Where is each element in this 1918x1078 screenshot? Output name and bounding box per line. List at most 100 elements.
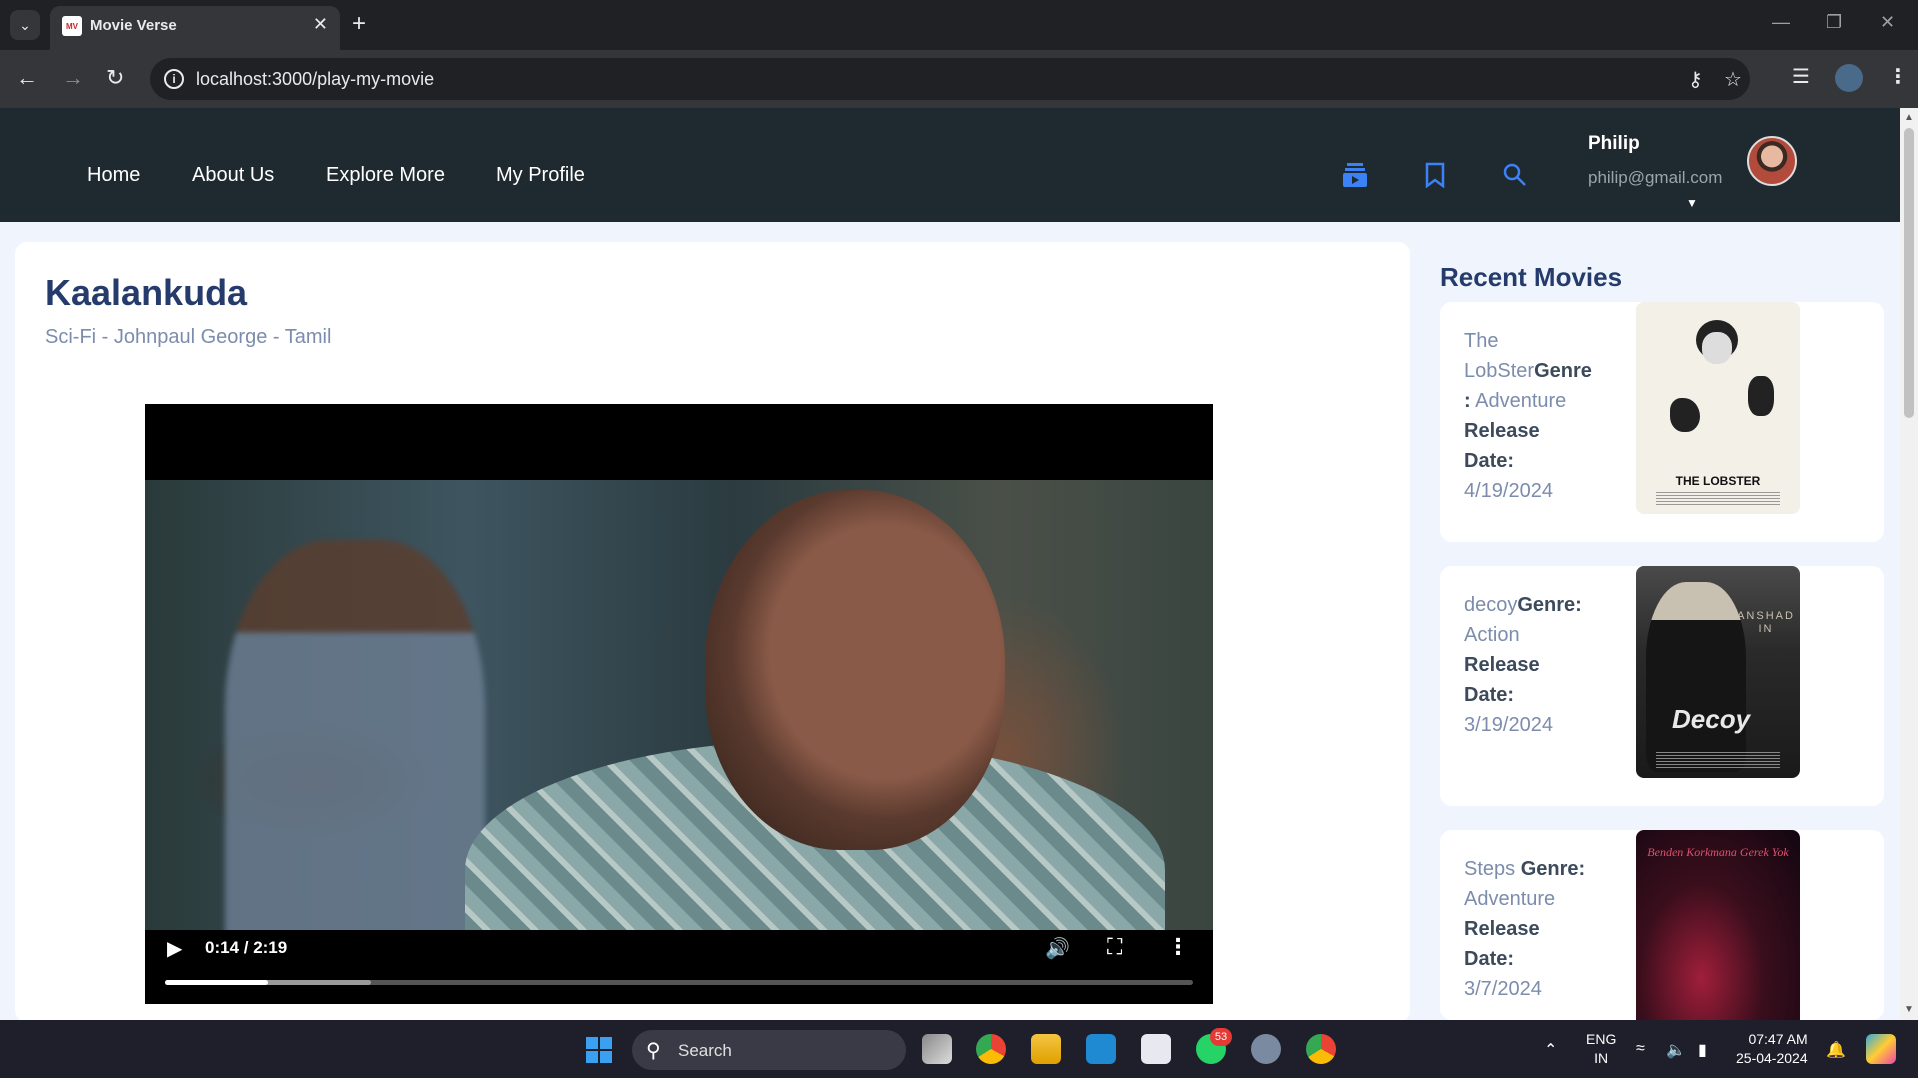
password-key-icon[interactable]: ⚷ (1688, 67, 1703, 92)
user-email: philip@gmail.com (1588, 168, 1723, 187)
movie-poster[interactable]: Benden Korkmana Gerek Yok (1636, 830, 1800, 1020)
release-label: Release Date: (1464, 654, 1540, 706)
reload-icon[interactable]: ↻ (106, 64, 124, 92)
more-options-icon[interactable]: ⋮ (1167, 934, 1189, 960)
copilot-icon[interactable] (1866, 1034, 1896, 1064)
movie-genre: Adventure (1475, 390, 1567, 412)
nav-about-us[interactable]: About Us (192, 164, 274, 187)
movie-genre: Action (1464, 624, 1520, 646)
video-frame[interactable] (145, 480, 1213, 930)
poster-title: Benden Korkmana Gerek Yok (1647, 845, 1789, 859)
movie-name: Steps (1464, 858, 1521, 880)
user-avatar[interactable] (1747, 136, 1797, 186)
video-scene-figure-main (465, 480, 1165, 930)
battery-icon[interactable]: ▮ (1698, 1040, 1707, 1060)
video-controls: ▶ 0:14 / 2:19 🔊 ⛶ ⋮ (145, 930, 1213, 1004)
bookmark-star-icon[interactable]: ☆ (1724, 67, 1742, 92)
file-explorer-icon[interactable] (1031, 1034, 1061, 1064)
taskbar-search[interactable]: ⚲ Search (632, 1030, 906, 1070)
volume-icon[interactable]: 🔊 (1045, 936, 1070, 961)
page-scrollbar[interactable]: ▲ ▼ (1900, 108, 1918, 1020)
release-label: Release Date: (1464, 420, 1540, 472)
recent-movie-info: decoyGenre: Action Release Date: 3/19/20… (1464, 590, 1594, 740)
release-date: 3/7/2024 (1464, 978, 1542, 1000)
release-label: Release Date: (1464, 918, 1540, 970)
fullscreen-icon[interactable]: ⛶ (1107, 934, 1122, 960)
scroll-thumb[interactable] (1904, 128, 1914, 418)
playlist-icon[interactable] (1342, 162, 1368, 195)
wifi-icon[interactable]: ≈ (1636, 1040, 1645, 1058)
new-tab-icon[interactable]: + (352, 10, 366, 38)
poster-credit: ANSHAD IN (1737, 610, 1795, 635)
movie-poster[interactable]: THE LOBSTER (1636, 302, 1800, 514)
snipping-tool-icon[interactable] (1141, 1034, 1171, 1064)
movie-title: Kaalankuda (45, 272, 248, 313)
media-control-icon[interactable]: ☰ (1792, 64, 1810, 89)
windows-taskbar: ⚲ Search 53 ⌃ ENG IN ≈ 🔈 ▮ 07:47 AM 25-0… (0, 1020, 1918, 1078)
release-date: 3/19/2024 (1464, 714, 1553, 736)
recent-movies-title: Recent Movies (1440, 262, 1623, 292)
browser-menu-icon[interactable]: ⋮ (1888, 64, 1908, 89)
video-player[interactable]: ▶ 0:14 / 2:19 🔊 ⛶ ⋮ (145, 404, 1213, 1004)
bookmark-icon[interactable] (1424, 162, 1446, 195)
tab-search-button[interactable]: ⌄ (10, 10, 40, 40)
recent-movie-card[interactable]: decoyGenre: Action Release Date: 3/19/20… (1440, 566, 1884, 806)
notification-bell-icon[interactable]: 🔔 (1826, 1040, 1846, 1060)
browser-toolbar: ← → ↻ i localhost:3000/play-my-movie ⚷ ☆… (0, 50, 1918, 108)
movie-genre: Adventure (1464, 888, 1556, 910)
nav-home[interactable]: Home (87, 164, 140, 187)
profile-avatar[interactable] (1835, 64, 1863, 92)
clock-date: 25-04-2024 (1736, 1050, 1808, 1066)
minimize-icon[interactable]: — (1772, 12, 1790, 33)
restore-icon[interactable]: ❐ (1826, 12, 1842, 33)
site-info-icon[interactable]: i (164, 69, 184, 89)
back-icon[interactable]: ← (16, 64, 38, 92)
site-header: Home About Us Explore More My Profile Ph… (0, 108, 1900, 222)
recent-movie-card[interactable]: Steps Genre: Adventure Release Date: 3/7… (1440, 830, 1884, 1020)
scroll-up-icon[interactable]: ▲ (1904, 112, 1914, 123)
address-bar[interactable]: i localhost:3000/play-my-movie ⚷ ☆ (150, 58, 1750, 100)
recent-movie-info: The LobSterGenre: Adventure Release Date… (1464, 326, 1594, 506)
chrome-profile-icon[interactable] (1306, 1034, 1336, 1064)
video-progress-bar[interactable] (165, 980, 1193, 985)
nav-explore-more[interactable]: Explore More (326, 164, 445, 187)
chrome-icon[interactable] (976, 1034, 1006, 1064)
play-icon[interactable]: ▶ (167, 936, 182, 961)
task-view-icon[interactable] (922, 1034, 952, 1064)
url-text[interactable]: localhost:3000/play-my-movie (196, 69, 434, 90)
forward-icon[interactable]: → (62, 64, 84, 92)
video-scene-figure-left (225, 540, 485, 930)
vscode-icon[interactable] (1086, 1034, 1116, 1064)
close-tab-icon[interactable]: ✕ (313, 14, 328, 35)
recent-movie-info: Steps Genre: Adventure Release Date: 3/7… (1464, 854, 1594, 1004)
search-icon[interactable] (1502, 162, 1528, 195)
windows-start-icon[interactable] (586, 1037, 612, 1063)
window-close-icon[interactable]: ✕ (1880, 12, 1895, 33)
taskbar-search-label: Search (678, 1041, 732, 1060)
video-time: 0:14 / 2:19 (205, 938, 288, 957)
poster-title: THE LOBSTER (1675, 474, 1761, 488)
browser-tab-bar: ⌄ MV Movie Verse ✕ + — ❐ ✕ (0, 0, 1918, 50)
tray-overflow-icon[interactable]: ⌃ (1544, 1040, 1557, 1060)
clock[interactable]: 07:47 AM 25-04-2024 (1736, 1030, 1808, 1068)
whatsapp-badge: 53 (1210, 1028, 1232, 1046)
movie-subtitle: Sci-Fi - Johnpaul George - Tamil (45, 326, 332, 348)
settings-icon[interactable] (1251, 1034, 1281, 1064)
clock-time: 07:47 AM (1748, 1031, 1808, 1047)
speaker-icon[interactable]: 🔈 (1666, 1040, 1686, 1060)
user-dropdown-caret-icon[interactable]: ▼ (1686, 196, 1698, 210)
recent-movie-card[interactable]: The LobSterGenre: Adventure Release Date… (1440, 302, 1884, 542)
search-icon: ⚲ (646, 1040, 661, 1062)
scroll-down-icon[interactable]: ▼ (1904, 1004, 1914, 1015)
browser-tab[interactable]: MV Movie Verse ✕ (50, 6, 340, 50)
lang-region: IN (1594, 1050, 1609, 1066)
genre-label: Genre: (1520, 858, 1586, 880)
tab-title: Movie Verse (90, 17, 177, 34)
movie-poster[interactable]: ANSHAD IN Decoy (1636, 566, 1800, 778)
video-played (165, 980, 268, 985)
tab-favicon: MV (62, 16, 82, 36)
user-name: Philip (1588, 133, 1640, 154)
language-indicator[interactable]: ENG IN (1586, 1030, 1616, 1068)
release-date: 4/19/2024 (1464, 480, 1553, 502)
nav-my-profile[interactable]: My Profile (496, 164, 585, 187)
